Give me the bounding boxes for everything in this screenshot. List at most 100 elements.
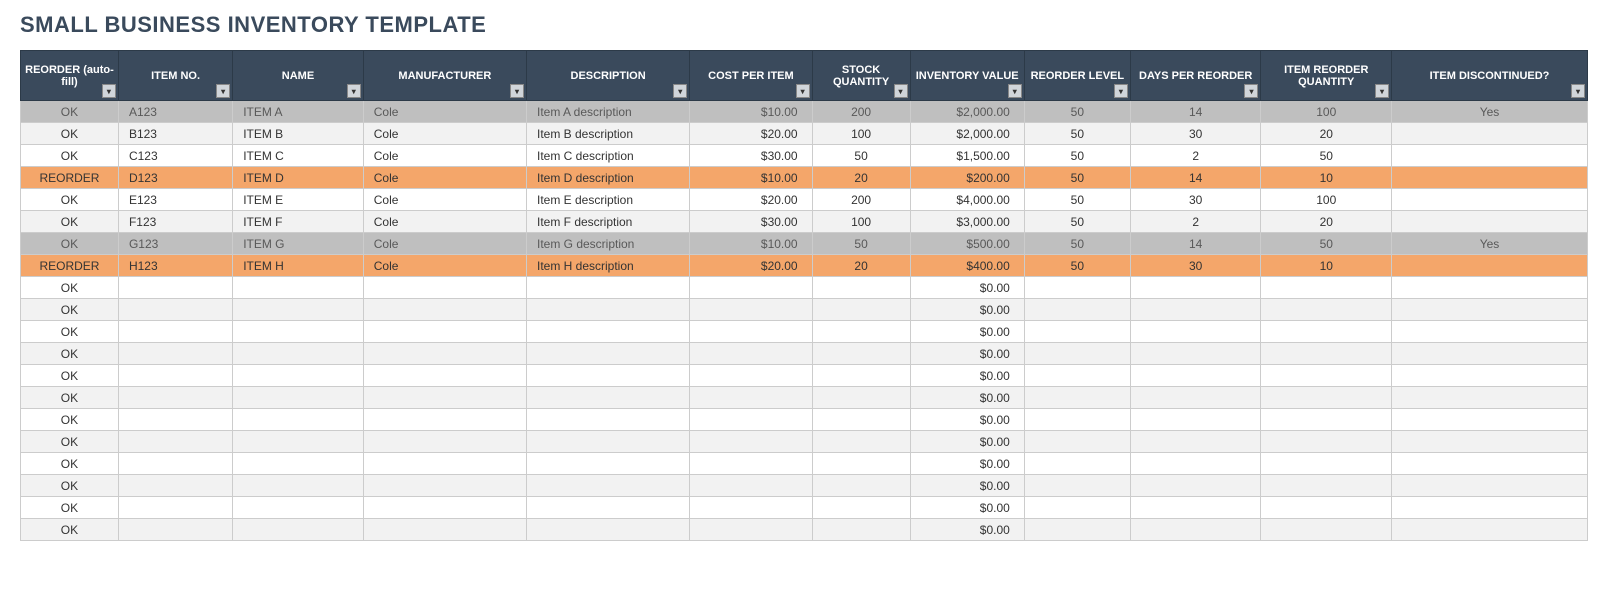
cell-cost[interactable]: $20.00 bbox=[690, 123, 812, 145]
cell-reorder_level[interactable] bbox=[1024, 519, 1130, 541]
cell-cost[interactable] bbox=[690, 343, 812, 365]
cell-reorder_qty[interactable] bbox=[1261, 365, 1392, 387]
cell-reorder_qty[interactable] bbox=[1261, 321, 1392, 343]
filter-dropdown-icon[interactable]: ▾ bbox=[1244, 84, 1258, 98]
cell-cost[interactable] bbox=[690, 277, 812, 299]
cell-discontinued[interactable] bbox=[1392, 497, 1588, 519]
cell-inv_value[interactable]: $2,000.00 bbox=[910, 123, 1024, 145]
cell-inv_value[interactable]: $0.00 bbox=[910, 343, 1024, 365]
table-row[interactable]: REORDERH123ITEM HColeItem H description$… bbox=[21, 255, 1588, 277]
cell-reorder[interactable]: OK bbox=[21, 365, 119, 387]
cell-name[interactable] bbox=[233, 409, 364, 431]
cell-days[interactable] bbox=[1130, 409, 1261, 431]
cell-reorder[interactable]: OK bbox=[21, 343, 119, 365]
column-header[interactable]: MANUFACTURER▾ bbox=[363, 51, 526, 101]
cell-cost[interactable]: $30.00 bbox=[690, 145, 812, 167]
cell-reorder_level[interactable] bbox=[1024, 431, 1130, 453]
cell-manufacturer[interactable]: Cole bbox=[363, 145, 526, 167]
cell-cost[interactable] bbox=[690, 431, 812, 453]
cell-reorder_level[interactable] bbox=[1024, 453, 1130, 475]
cell-reorder_level[interactable] bbox=[1024, 299, 1130, 321]
cell-cost[interactable]: $20.00 bbox=[690, 255, 812, 277]
cell-reorder_qty[interactable]: 100 bbox=[1261, 189, 1392, 211]
cell-reorder_level[interactable]: 50 bbox=[1024, 211, 1130, 233]
cell-inv_value[interactable]: $4,000.00 bbox=[910, 189, 1024, 211]
cell-cost[interactable] bbox=[690, 299, 812, 321]
cell-item_no[interactable]: E123 bbox=[118, 189, 232, 211]
cell-manufacturer[interactable] bbox=[363, 343, 526, 365]
column-header[interactable]: ITEM NO.▾ bbox=[118, 51, 232, 101]
cell-item_no[interactable] bbox=[118, 475, 232, 497]
cell-inv_value[interactable]: $0.00 bbox=[910, 299, 1024, 321]
table-row[interactable]: OK $0.00 bbox=[21, 343, 1588, 365]
cell-days[interactable] bbox=[1130, 453, 1261, 475]
table-row[interactable]: OK$0.00 bbox=[21, 409, 1588, 431]
cell-days[interactable]: 2 bbox=[1130, 211, 1261, 233]
cell-stock[interactable] bbox=[812, 431, 910, 453]
cell-manufacturer[interactable] bbox=[363, 453, 526, 475]
cell-reorder[interactable]: OK bbox=[21, 387, 119, 409]
column-header[interactable]: REORDER LEVEL▾ bbox=[1024, 51, 1130, 101]
cell-cost[interactable] bbox=[690, 453, 812, 475]
column-header[interactable]: ITEM REORDER QUANTITY▾ bbox=[1261, 51, 1392, 101]
cell-reorder_level[interactable] bbox=[1024, 321, 1130, 343]
cell-reorder_level[interactable] bbox=[1024, 365, 1130, 387]
cell-description[interactable] bbox=[526, 299, 689, 321]
cell-reorder[interactable]: OK bbox=[21, 497, 119, 519]
cell-discontinued[interactable] bbox=[1392, 409, 1588, 431]
cell-description[interactable]: Item G description bbox=[526, 233, 689, 255]
cell-description[interactable]: Item F description bbox=[526, 211, 689, 233]
column-header[interactable]: NAME▾ bbox=[233, 51, 364, 101]
cell-days[interactable] bbox=[1130, 387, 1261, 409]
cell-discontinued[interactable] bbox=[1392, 123, 1588, 145]
cell-description[interactable] bbox=[526, 409, 689, 431]
cell-name[interactable] bbox=[233, 475, 364, 497]
cell-item_no[interactable]: C123 bbox=[118, 145, 232, 167]
table-row[interactable]: OKG123ITEM GColeItem G description$10.00… bbox=[21, 233, 1588, 255]
cell-discontinued[interactable] bbox=[1392, 277, 1588, 299]
cell-reorder_qty[interactable]: 50 bbox=[1261, 145, 1392, 167]
cell-item_no[interactable] bbox=[118, 299, 232, 321]
cell-cost[interactable]: $10.00 bbox=[690, 167, 812, 189]
cell-days[interactable]: 14 bbox=[1130, 233, 1261, 255]
filter-dropdown-icon[interactable]: ▾ bbox=[673, 84, 687, 98]
cell-description[interactable]: Item H description bbox=[526, 255, 689, 277]
cell-name[interactable] bbox=[233, 519, 364, 541]
cell-reorder_qty[interactable] bbox=[1261, 431, 1392, 453]
cell-discontinued[interactable] bbox=[1392, 431, 1588, 453]
cell-inv_value[interactable]: $0.00 bbox=[910, 475, 1024, 497]
column-header[interactable]: COST PER ITEM▾ bbox=[690, 51, 812, 101]
cell-reorder_level[interactable]: 50 bbox=[1024, 101, 1130, 123]
cell-inv_value[interactable]: $500.00 bbox=[910, 233, 1024, 255]
cell-stock[interactable] bbox=[812, 519, 910, 541]
cell-stock[interactable] bbox=[812, 277, 910, 299]
cell-item_no[interactable]: F123 bbox=[118, 211, 232, 233]
cell-manufacturer[interactable]: Cole bbox=[363, 101, 526, 123]
cell-stock[interactable] bbox=[812, 475, 910, 497]
cell-reorder_level[interactable] bbox=[1024, 343, 1130, 365]
table-row[interactable]: OK$0.00 bbox=[21, 431, 1588, 453]
cell-discontinued[interactable]: Yes bbox=[1392, 101, 1588, 123]
cell-discontinued[interactable] bbox=[1392, 255, 1588, 277]
cell-discontinued[interactable] bbox=[1392, 167, 1588, 189]
cell-name[interactable]: ITEM H bbox=[233, 255, 364, 277]
cell-discontinued[interactable] bbox=[1392, 343, 1588, 365]
cell-reorder[interactable]: REORDER bbox=[21, 255, 119, 277]
cell-reorder_qty[interactable]: 20 bbox=[1261, 123, 1392, 145]
cell-reorder_qty[interactable] bbox=[1261, 453, 1392, 475]
cell-description[interactable]: Item A description bbox=[526, 101, 689, 123]
cell-discontinued[interactable] bbox=[1392, 145, 1588, 167]
cell-item_no[interactable] bbox=[118, 321, 232, 343]
cell-manufacturer[interactable] bbox=[363, 299, 526, 321]
cell-description[interactable]: Item D description bbox=[526, 167, 689, 189]
cell-stock[interactable]: 20 bbox=[812, 167, 910, 189]
table-row[interactable]: OK$0.00 bbox=[21, 277, 1588, 299]
cell-item_no[interactable]: B123 bbox=[118, 123, 232, 145]
cell-manufacturer[interactable] bbox=[363, 277, 526, 299]
cell-stock[interactable] bbox=[812, 453, 910, 475]
cell-stock[interactable] bbox=[812, 409, 910, 431]
cell-days[interactable] bbox=[1130, 299, 1261, 321]
filter-dropdown-icon[interactable]: ▾ bbox=[796, 84, 810, 98]
cell-reorder_level[interactable]: 50 bbox=[1024, 123, 1130, 145]
cell-cost[interactable] bbox=[690, 497, 812, 519]
